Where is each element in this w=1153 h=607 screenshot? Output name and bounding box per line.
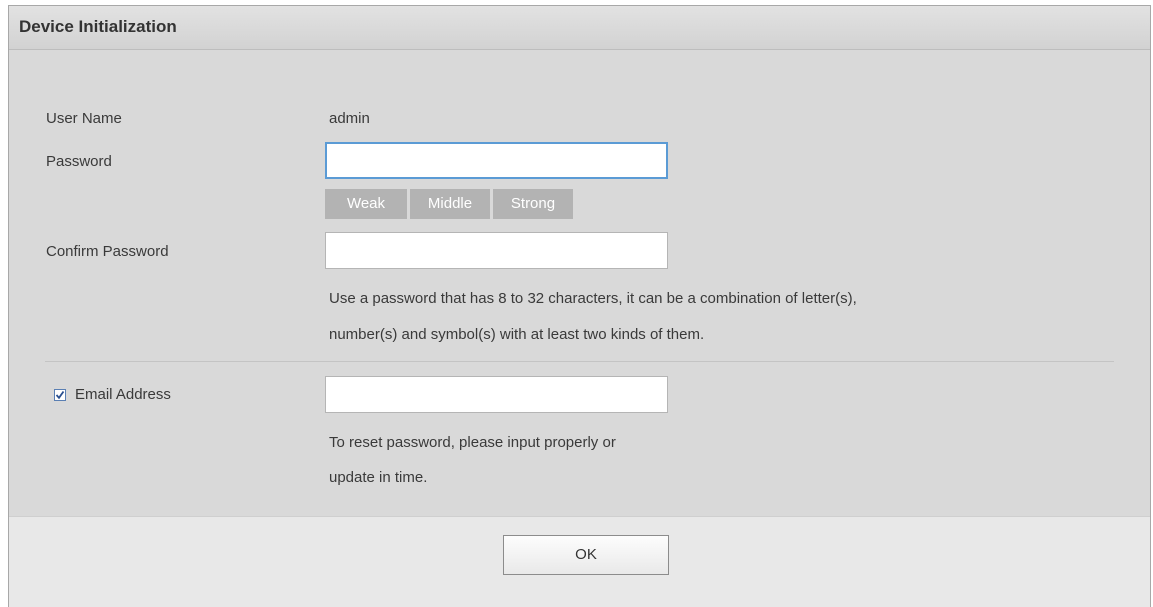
device-initialization-dialog: Device Initialization User Name admin Pa…	[8, 5, 1151, 607]
email-checkbox[interactable]	[54, 389, 66, 401]
password-hint-line2: number(s) and symbol(s) with at least tw…	[329, 326, 705, 343]
checkmark-icon	[55, 390, 65, 400]
confirm-password-label: Confirm Password	[46, 243, 169, 260]
ok-button[interactable]: OK	[503, 535, 669, 575]
email-label: Email Address	[75, 386, 171, 403]
strength-strong: Strong	[493, 189, 573, 219]
password-input[interactable]	[325, 142, 668, 179]
username-label: User Name	[46, 110, 122, 127]
password-hint-line1: Use a password that has 8 to 32 characte…	[329, 290, 857, 307]
confirm-password-input[interactable]	[325, 232, 668, 269]
section-divider	[45, 361, 1114, 362]
dialog-title: Device Initialization	[19, 17, 177, 36]
username-value: admin	[329, 110, 370, 127]
password-strength-meter: Weak Middle Strong	[325, 189, 573, 219]
email-hint-line1: To reset password, please input properly…	[329, 434, 616, 451]
email-input[interactable]	[325, 376, 668, 413]
email-hint-line2: update in time.	[329, 469, 428, 486]
strength-middle: Middle	[410, 189, 490, 219]
dialog-footer: OK	[9, 516, 1150, 607]
password-label: Password	[46, 153, 112, 170]
dialog-titlebar: Device Initialization	[9, 6, 1150, 50]
strength-weak: Weak	[325, 189, 407, 219]
